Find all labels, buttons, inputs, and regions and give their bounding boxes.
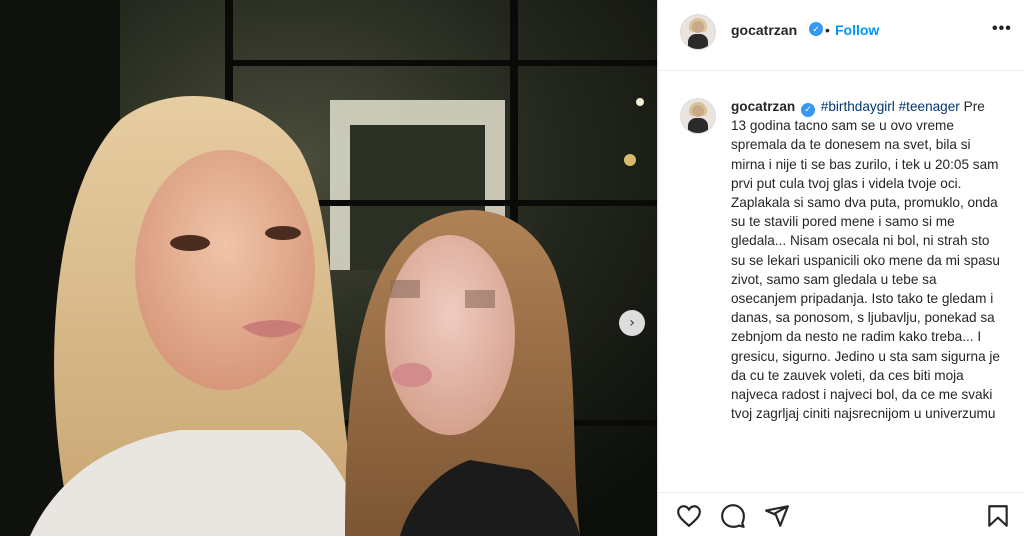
bookmark-icon[interactable] — [985, 503, 1011, 529]
chevron-right-icon: › — [629, 315, 635, 331]
verified-badge-icon: ✓ — [801, 102, 815, 117]
follow-button[interactable]: Follow — [835, 22, 879, 38]
comment-icon[interactable] — [720, 503, 746, 529]
avatar[interactable] — [680, 14, 716, 50]
heart-icon[interactable] — [676, 503, 702, 529]
action-bar — [658, 492, 1024, 537]
photo-illustration — [0, 0, 657, 536]
post-photo[interactable]: › — [0, 0, 657, 536]
caption-text: Pre 13 godina tacno sam se u ovo vreme s… — [731, 99, 1000, 422]
caption-hashtags[interactable]: #birthdaygirl #teenager — [821, 99, 960, 114]
post-caption: gocatrzan ✓ #birthdaygirl #teenager Pre … — [731, 97, 1003, 423]
post-header: gocatrzan ✓ • Follow ••• — [658, 0, 1024, 71]
username-link[interactable]: gocatrzan — [731, 22, 797, 38]
share-icon[interactable] — [764, 503, 790, 529]
instagram-post: › gocatrzan ✓ • Follow ••• gocatrzan ✓ #… — [0, 0, 1024, 536]
verified-badge-icon: ✓ — [809, 22, 823, 36]
more-options-icon[interactable]: ••• — [992, 20, 1012, 38]
caption-username[interactable]: gocatrzan — [731, 99, 795, 114]
caption-avatar[interactable] — [680, 98, 716, 134]
next-photo-button[interactable]: › — [619, 310, 645, 336]
post-sidebar: gocatrzan ✓ • Follow ••• gocatrzan ✓ #bi… — [657, 0, 1024, 536]
separator-dot: • — [825, 22, 830, 38]
